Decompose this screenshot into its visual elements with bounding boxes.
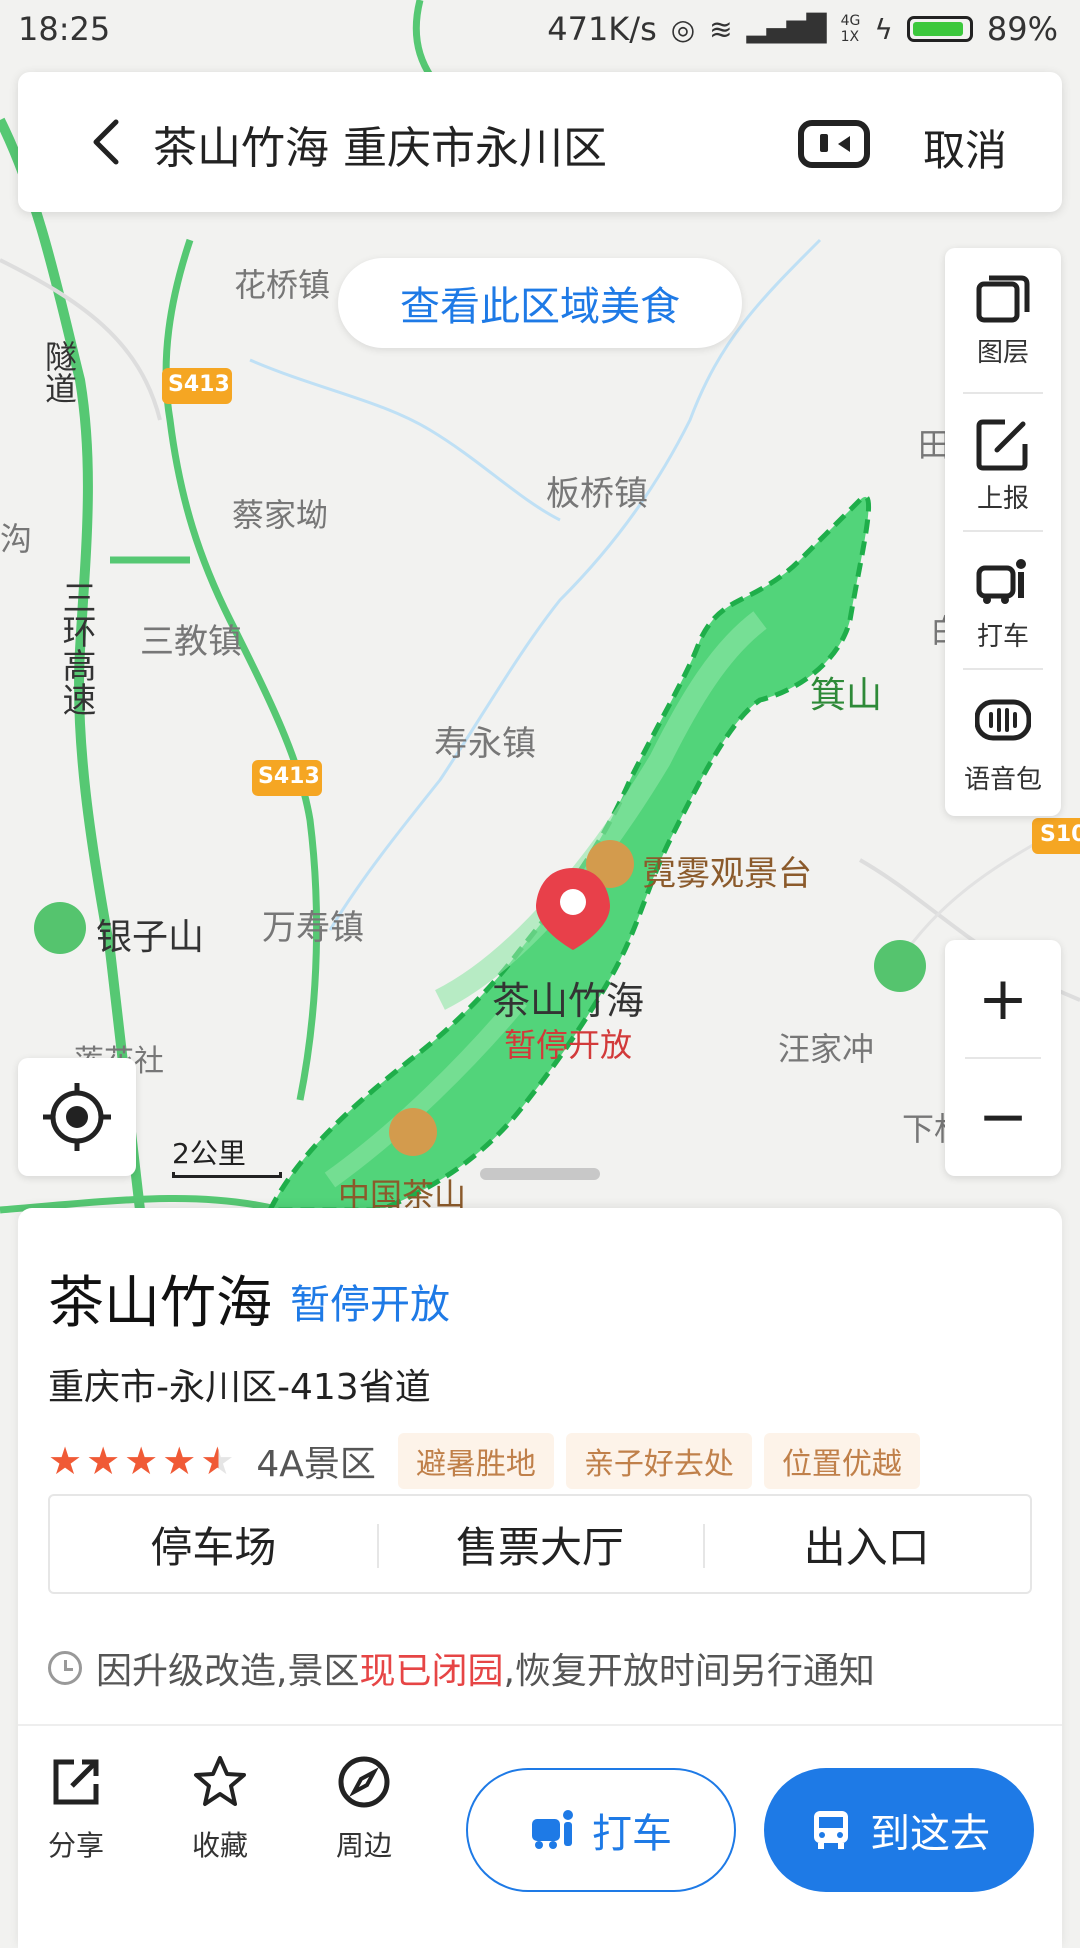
taxi-label: 打车 [592,1811,672,1857]
facility-ticket-hall[interactable]: 售票大厅 [376,1496,704,1592]
map-label-nishuguan: 霓雾观景台 [642,854,812,894]
battery-percent: 89% [986,10,1058,48]
place-title: 茶山竹海 [48,1271,272,1336]
ar-scan-icon[interactable] [798,120,870,168]
map-label-jishan: 箕山 [810,675,883,716]
navigate-here-button[interactable]: 到这去 [764,1768,1034,1892]
edit-icon [976,419,1028,471]
map-label-chashan-status: 暂停开放 [504,1026,633,1064]
action-bar: 分享 收藏 周边 打车 到这去 [18,1726,1062,1948]
bus-icon [814,1811,848,1849]
report-button[interactable]: 上报 [945,394,1061,529]
view-area-food-button[interactable]: 查看此区域美食 [338,258,742,348]
notice-highlight: 现已闭园 [359,1651,504,1692]
map-scale-label: 2公里 [172,1137,246,1170]
hotspot-icon: ◎ [670,12,696,46]
map-label-wanshou: 万寿镇 [262,908,364,948]
highway-shield-s413: S413 [168,372,230,397]
share-icon [53,1759,99,1805]
taxi-icon [976,559,1026,604]
network-type: 4G 1X [840,13,861,45]
status-icons: 471K/s ◎ ≋ ▂▄▆█ 4G 1X ϟ 89% [547,10,1058,48]
nearby-button[interactable]: 周边 [314,1754,414,1864]
closure-notice: 因升级改造,景区 现已闭园 ,恢复开放时间另行通知 [48,1642,875,1694]
place-status-badge: 暂停开放 [290,1282,450,1328]
map-label-yinzishan: 银子山 [96,917,205,958]
place-address[interactable]: 重庆市-永川区-413省道 [48,1358,431,1410]
rating-stars: ★ ★ ★ ★ ★ [48,1442,234,1480]
half-star-icon: ★ [200,1439,235,1483]
scenic-level: 4A景区 [256,1444,376,1485]
star-icon: ★ [86,1439,121,1483]
map-label-shouyong: 寿永镇 [434,724,536,764]
map-label-sanhuan-gaosu: 三环高速 [56,580,96,716]
map-label-banqiao: 板桥镇 [546,474,648,514]
battery-icon [906,16,973,42]
highway-shield-s10: S10 [1040,822,1080,847]
report-label: 上报 [976,484,1029,514]
search-bar: 茶山竹海 重庆市永川区 取消 [18,72,1062,212]
search-query[interactable]: 茶山竹海 重庆市永川区 [153,112,607,176]
map-tools-panel: 图层 上报 打车 语音包 [945,248,1061,816]
map-label-caijiaao: 蔡家坳 [232,496,329,534]
tag: 位置优越 [763,1433,920,1489]
highway-shield-s413: S413 [258,764,320,789]
clock-icon [48,1651,82,1685]
sheet-drag-handle[interactable] [480,1168,600,1180]
signal-icon: ▂▄▆█ [746,14,827,44]
voice-pack-icon [975,699,1031,741]
layers-button[interactable]: 图层 [945,248,1061,383]
map-label-tunnel: 隧道 [40,340,78,404]
map-label-gou: 沟 [0,520,33,558]
taxi-tool-button[interactable]: 打车 [945,532,1061,667]
locate-icon [43,1083,111,1151]
nearby-label: 周边 [335,1829,392,1862]
facilities-bar: 停车场 售票大厅 出入口 [48,1494,1032,1594]
taxi-icon [532,1810,573,1849]
locate-button[interactable] [18,1058,136,1176]
map-label-huaqiao: 花桥镇 [234,266,331,304]
network-speed: 471K/s [547,10,657,48]
navigate-here-label: 到这去 [870,1811,990,1857]
voice-pack-button[interactable]: 语音包 [945,670,1061,816]
star-outline-icon [194,1756,246,1806]
zoom-in-button[interactable]: + [945,940,1061,1058]
notice-prefix: 因升级改造,景区 [96,1651,360,1692]
place-detail-sheet: 茶山竹海 暂停开放 重庆市-永川区-413省道 ★ ★ ★ ★ ★ 4A景区 避… [18,1208,1062,1948]
voice-pack-label: 语音包 [963,765,1042,795]
star-icon: ★ [162,1439,197,1483]
map-scale-bar [172,1172,282,1178]
layers-icon [976,275,1030,323]
zoom-controls: + − [945,940,1061,1176]
favorite-button[interactable]: 收藏 [170,1754,270,1864]
wifi-icon: ≋ [709,12,733,46]
compass-icon [338,1756,390,1808]
star-icon: ★ [48,1439,83,1483]
taxi-button[interactable]: 打车 [466,1768,736,1892]
rating-row: ★ ★ ★ ★ ★ 4A景区 避暑胜地 亲子好去处 位置优越 [48,1433,932,1489]
share-label: 分享 [47,1829,104,1862]
map-label-wangjiachong: 汪家冲 [778,1030,875,1068]
facility-parking[interactable]: 停车场 [50,1496,377,1592]
layers-label: 图层 [976,338,1029,368]
notice-suffix: ,恢复开放时间另行通知 [503,1651,875,1692]
tag: 亲子好去处 [565,1433,752,1489]
share-button[interactable]: 分享 [26,1754,126,1864]
cancel-button[interactable]: 取消 [923,117,1007,178]
map-label-sanjiao: 三教镇 [140,622,242,662]
map-label-chashan-zhuhai: 茶山竹海 [492,979,645,1023]
star-icon: ★ [124,1439,159,1483]
favorite-label: 收藏 [191,1829,248,1862]
facility-entrance[interactable]: 出入口 [703,1496,1030,1592]
back-arrow-icon[interactable] [78,112,138,172]
taxi-tool-label: 打车 [976,622,1029,652]
tag: 避暑胜地 [397,1433,554,1489]
charging-icon: ϟ [874,12,893,46]
status-bar: 18:25 471K/s ◎ ≋ ▂▄▆█ 4G 1X ϟ 89% [0,0,1080,60]
zoom-out-button[interactable]: − [945,1058,1061,1176]
status-time: 18:25 [18,10,111,48]
